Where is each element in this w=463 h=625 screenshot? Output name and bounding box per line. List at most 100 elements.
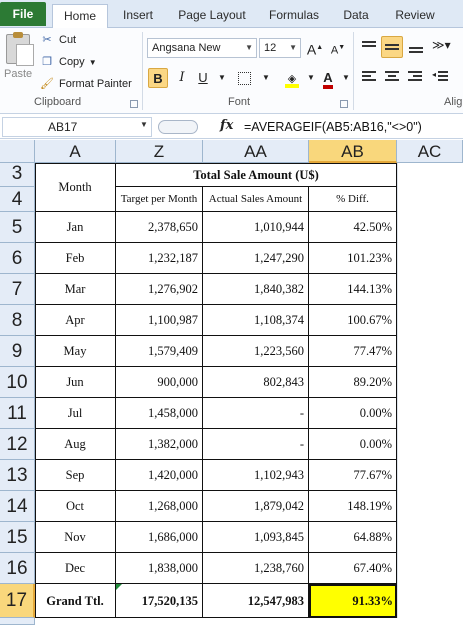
cut-button[interactable]: ✂ Cut bbox=[40, 31, 76, 49]
target-cell[interactable]: 2,378,650 bbox=[116, 212, 203, 243]
diff-header[interactable]: % Diff. bbox=[309, 187, 397, 212]
target-cell[interactable]: 1,686,000 bbox=[116, 522, 203, 553]
actual-cell[interactable]: 1,108,374 bbox=[203, 305, 309, 336]
diff-cell[interactable]: 148.19% bbox=[309, 491, 397, 522]
month-cell[interactable]: Jul bbox=[35, 398, 116, 429]
chevron-down-icon[interactable]: ▼ bbox=[140, 120, 148, 129]
total-diff-cell[interactable]: 91.33% bbox=[309, 584, 397, 618]
diff-cell[interactable]: 42.50% bbox=[309, 212, 397, 243]
target-cell[interactable]: 900,000 bbox=[116, 367, 203, 398]
align-left-button[interactable] bbox=[360, 68, 378, 86]
column-header-ab[interactable]: AB bbox=[309, 140, 397, 163]
insert-function-button[interactable]: fx bbox=[220, 118, 233, 133]
diff-cell[interactable]: 64.88% bbox=[309, 522, 397, 553]
row-header-3[interactable]: 3 bbox=[0, 163, 35, 187]
actual-cell[interactable]: 1,223,560 bbox=[203, 336, 309, 367]
select-all-corner[interactable] bbox=[0, 140, 35, 163]
tab-formulas[interactable]: Formulas bbox=[262, 4, 326, 28]
format-painter-button[interactable]: 🖌 Format Painter bbox=[40, 75, 132, 93]
row-header-14[interactable]: 14 bbox=[0, 491, 35, 522]
row-header-17[interactable]: 17 bbox=[0, 584, 35, 618]
diff-cell[interactable]: 100.67% bbox=[309, 305, 397, 336]
grow-font-button[interactable]: A▲ bbox=[305, 38, 325, 58]
tab-data[interactable]: Data bbox=[336, 4, 376, 28]
target-header[interactable]: Target per Month bbox=[116, 187, 203, 212]
diff-cell[interactable]: 67.40% bbox=[309, 553, 397, 584]
column-header-a[interactable]: A bbox=[35, 140, 116, 163]
font-color-button[interactable]: A bbox=[318, 68, 338, 89]
actual-cell[interactable]: 1,879,042 bbox=[203, 491, 309, 522]
diff-cell[interactable]: 144.13% bbox=[309, 274, 397, 305]
month-cell[interactable]: Sep bbox=[35, 460, 116, 491]
actual-header[interactable]: Actual Sales Amount bbox=[203, 187, 309, 212]
orientation-button[interactable]: ≫▾ bbox=[432, 38, 460, 56]
row-header-4[interactable]: 4 bbox=[0, 187, 35, 212]
row-header-11[interactable]: 11 bbox=[0, 398, 35, 429]
row-header-12[interactable]: 12 bbox=[0, 429, 35, 460]
diff-cell[interactable]: 0.00% bbox=[309, 398, 397, 429]
month-cell[interactable]: Apr bbox=[35, 305, 116, 336]
target-cell[interactable]: 1,420,000 bbox=[116, 460, 203, 491]
grand-total-label[interactable]: Grand Ttl. bbox=[35, 584, 116, 618]
month-cell[interactable]: Aug bbox=[35, 429, 116, 460]
month-cell[interactable]: May bbox=[35, 336, 116, 367]
month-cell[interactable]: Jan bbox=[35, 212, 116, 243]
target-cell[interactable]: 1,838,000 bbox=[116, 553, 203, 584]
target-cell[interactable]: 1,458,000 bbox=[116, 398, 203, 429]
tab-page-layout[interactable]: Page Layout bbox=[174, 4, 250, 28]
total-target-cell[interactable]: 17,520,135 bbox=[116, 584, 203, 618]
actual-cell[interactable]: - bbox=[203, 398, 309, 429]
copy-button[interactable]: ❐ Copy ▼ bbox=[40, 53, 97, 71]
align-right-button[interactable] bbox=[406, 68, 424, 86]
italic-button[interactable]: I bbox=[172, 68, 192, 88]
actual-cell[interactable]: 1,247,290 bbox=[203, 243, 309, 274]
column-header-z[interactable]: Z bbox=[116, 140, 203, 163]
month-cell[interactable]: Feb bbox=[35, 243, 116, 274]
target-cell[interactable]: 1,268,000 bbox=[116, 491, 203, 522]
actual-cell[interactable]: 1,840,382 bbox=[203, 274, 309, 305]
month-cell[interactable]: Jun bbox=[35, 367, 116, 398]
paste-button[interactable]: Paste bbox=[0, 28, 36, 88]
align-middle-button[interactable] bbox=[381, 36, 403, 58]
total-actual-cell[interactable]: 12,547,983 bbox=[203, 584, 309, 618]
actual-cell[interactable]: 1,102,943 bbox=[203, 460, 309, 491]
chevron-down-icon[interactable]: ▼ bbox=[212, 68, 232, 88]
row-header-15[interactable]: 15 bbox=[0, 522, 35, 553]
font-launcher-icon[interactable] bbox=[340, 100, 348, 108]
chevron-down-icon[interactable]: ▼ bbox=[256, 68, 276, 88]
tab-review[interactable]: Review bbox=[388, 4, 442, 28]
diff-cell[interactable]: 77.67% bbox=[309, 460, 397, 491]
row-header-5[interactable]: 5 bbox=[0, 212, 35, 243]
row-header-9[interactable]: 9 bbox=[0, 336, 35, 367]
month-cell[interactable]: Nov bbox=[35, 522, 116, 553]
clipboard-launcher-icon[interactable] bbox=[130, 100, 138, 108]
row-header-7[interactable]: 7 bbox=[0, 274, 35, 305]
row-header-16[interactable]: 16 bbox=[0, 553, 35, 584]
target-cell[interactable]: 1,579,409 bbox=[116, 336, 203, 367]
tab-file[interactable]: File bbox=[0, 2, 46, 26]
actual-cell[interactable]: - bbox=[203, 429, 309, 460]
column-header-aa[interactable]: AA bbox=[203, 140, 309, 163]
target-cell[interactable]: 1,232,187 bbox=[116, 243, 203, 274]
column-header-ac[interactable]: AC bbox=[397, 140, 463, 163]
actual-cell[interactable]: 1,010,944 bbox=[203, 212, 309, 243]
row-header-6[interactable]: 6 bbox=[0, 243, 35, 274]
diff-cell[interactable]: 0.00% bbox=[309, 429, 397, 460]
row-header-10[interactable]: 10 bbox=[0, 367, 35, 398]
chevron-down-icon[interactable]: ▼ bbox=[89, 58, 97, 67]
actual-cell[interactable]: 1,238,760 bbox=[203, 553, 309, 584]
bold-button[interactable]: B bbox=[148, 68, 168, 88]
total-sale-header[interactable]: Total Sale Amount (U$) bbox=[116, 163, 397, 187]
formula-bar-resize-handle[interactable] bbox=[158, 120, 198, 134]
font-size-select[interactable]: 12 ▼ bbox=[259, 38, 301, 58]
actual-cell[interactable]: 1,093,845 bbox=[203, 522, 309, 553]
align-bottom-button[interactable] bbox=[407, 38, 425, 56]
month-cell[interactable]: Dec bbox=[35, 553, 116, 584]
borders-button[interactable] bbox=[234, 68, 254, 88]
target-cell[interactable]: 1,100,987 bbox=[116, 305, 203, 336]
row-header-13[interactable]: 13 bbox=[0, 460, 35, 491]
target-cell[interactable]: 1,276,902 bbox=[116, 274, 203, 305]
row-header-8[interactable]: 8 bbox=[0, 305, 35, 336]
fill-color-button[interactable]: ◈ bbox=[282, 68, 302, 88]
diff-cell[interactable]: 77.47% bbox=[309, 336, 397, 367]
